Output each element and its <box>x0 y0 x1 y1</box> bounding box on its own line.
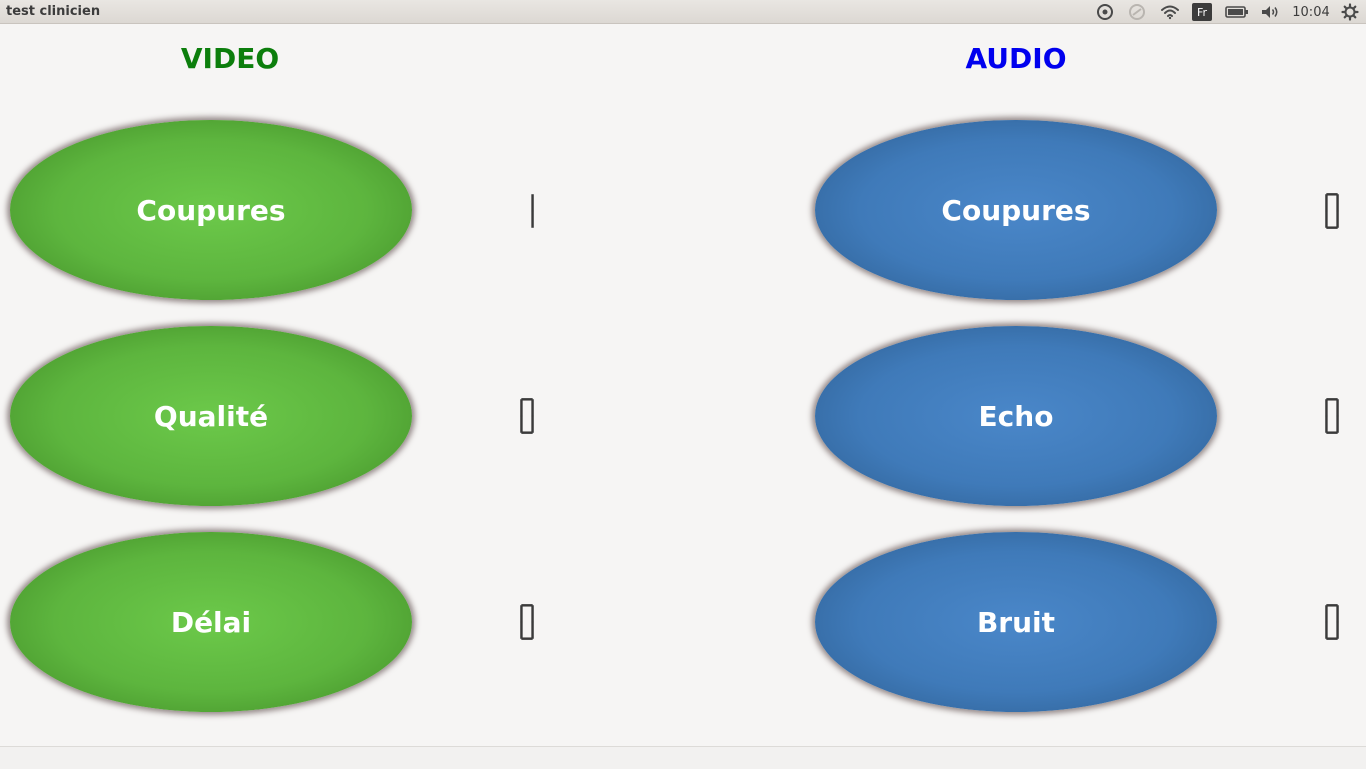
settings-gear-icon[interactable] <box>1339 0 1361 24</box>
audio-bruit-counter <box>1321 602 1343 642</box>
video-section-title: VIDEO <box>180 42 280 75</box>
audio-coupures-button[interactable]: Coupures <box>815 120 1217 300</box>
video-qualite-button[interactable]: Qualité <box>10 326 412 506</box>
video-delai-counter <box>516 602 538 642</box>
wifi-icon[interactable] <box>1158 0 1182 24</box>
audio-echo-button[interactable]: Echo <box>815 326 1217 506</box>
keyboard-layout-icon[interactable]: Fr <box>1191 0 1213 24</box>
lcd-digit <box>520 604 534 640</box>
video-delai-button[interactable]: Délai <box>10 532 412 712</box>
clock[interactable]: 10:04 <box>1290 0 1332 24</box>
lcd-digit <box>531 194 534 228</box>
bottom-strip <box>0 746 1366 769</box>
audio-echo-label: Echo <box>978 399 1054 433</box>
audio-bruit-button[interactable]: Bruit <box>815 532 1217 712</box>
video-coupures-button[interactable]: Coupures <box>10 120 412 300</box>
lcd-digit <box>520 398 534 434</box>
audio-coupures-label: Coupures <box>941 193 1091 227</box>
video-coupures-label: Coupures <box>136 193 286 227</box>
lcd-digit <box>1325 193 1339 229</box>
video-qualite-label: Qualité <box>153 399 269 433</box>
battery-icon[interactable] <box>1224 0 1250 24</box>
audio-section-title: AUDIO <box>965 42 1067 75</box>
keyboard-layout-label: Fr <box>1192 3 1212 21</box>
video-qualite-counter <box>516 396 538 436</box>
window-title: test clinicien <box>6 4 101 19</box>
volume-icon[interactable] <box>1258 0 1282 24</box>
network-off-icon[interactable] <box>1126 0 1148 24</box>
audio-coupures-counter <box>1321 191 1343 231</box>
video-coupures-counter <box>516 191 538 231</box>
sync-icon[interactable] <box>1094 0 1116 24</box>
video-delai-label: Délai <box>170 605 252 639</box>
top-panel: test clinicien Fr 10:04 <box>0 0 1366 24</box>
lcd-digit <box>1325 398 1339 434</box>
lcd-digit <box>1325 604 1339 640</box>
audio-echo-counter <box>1321 396 1343 436</box>
audio-bruit-label: Bruit <box>976 605 1056 639</box>
